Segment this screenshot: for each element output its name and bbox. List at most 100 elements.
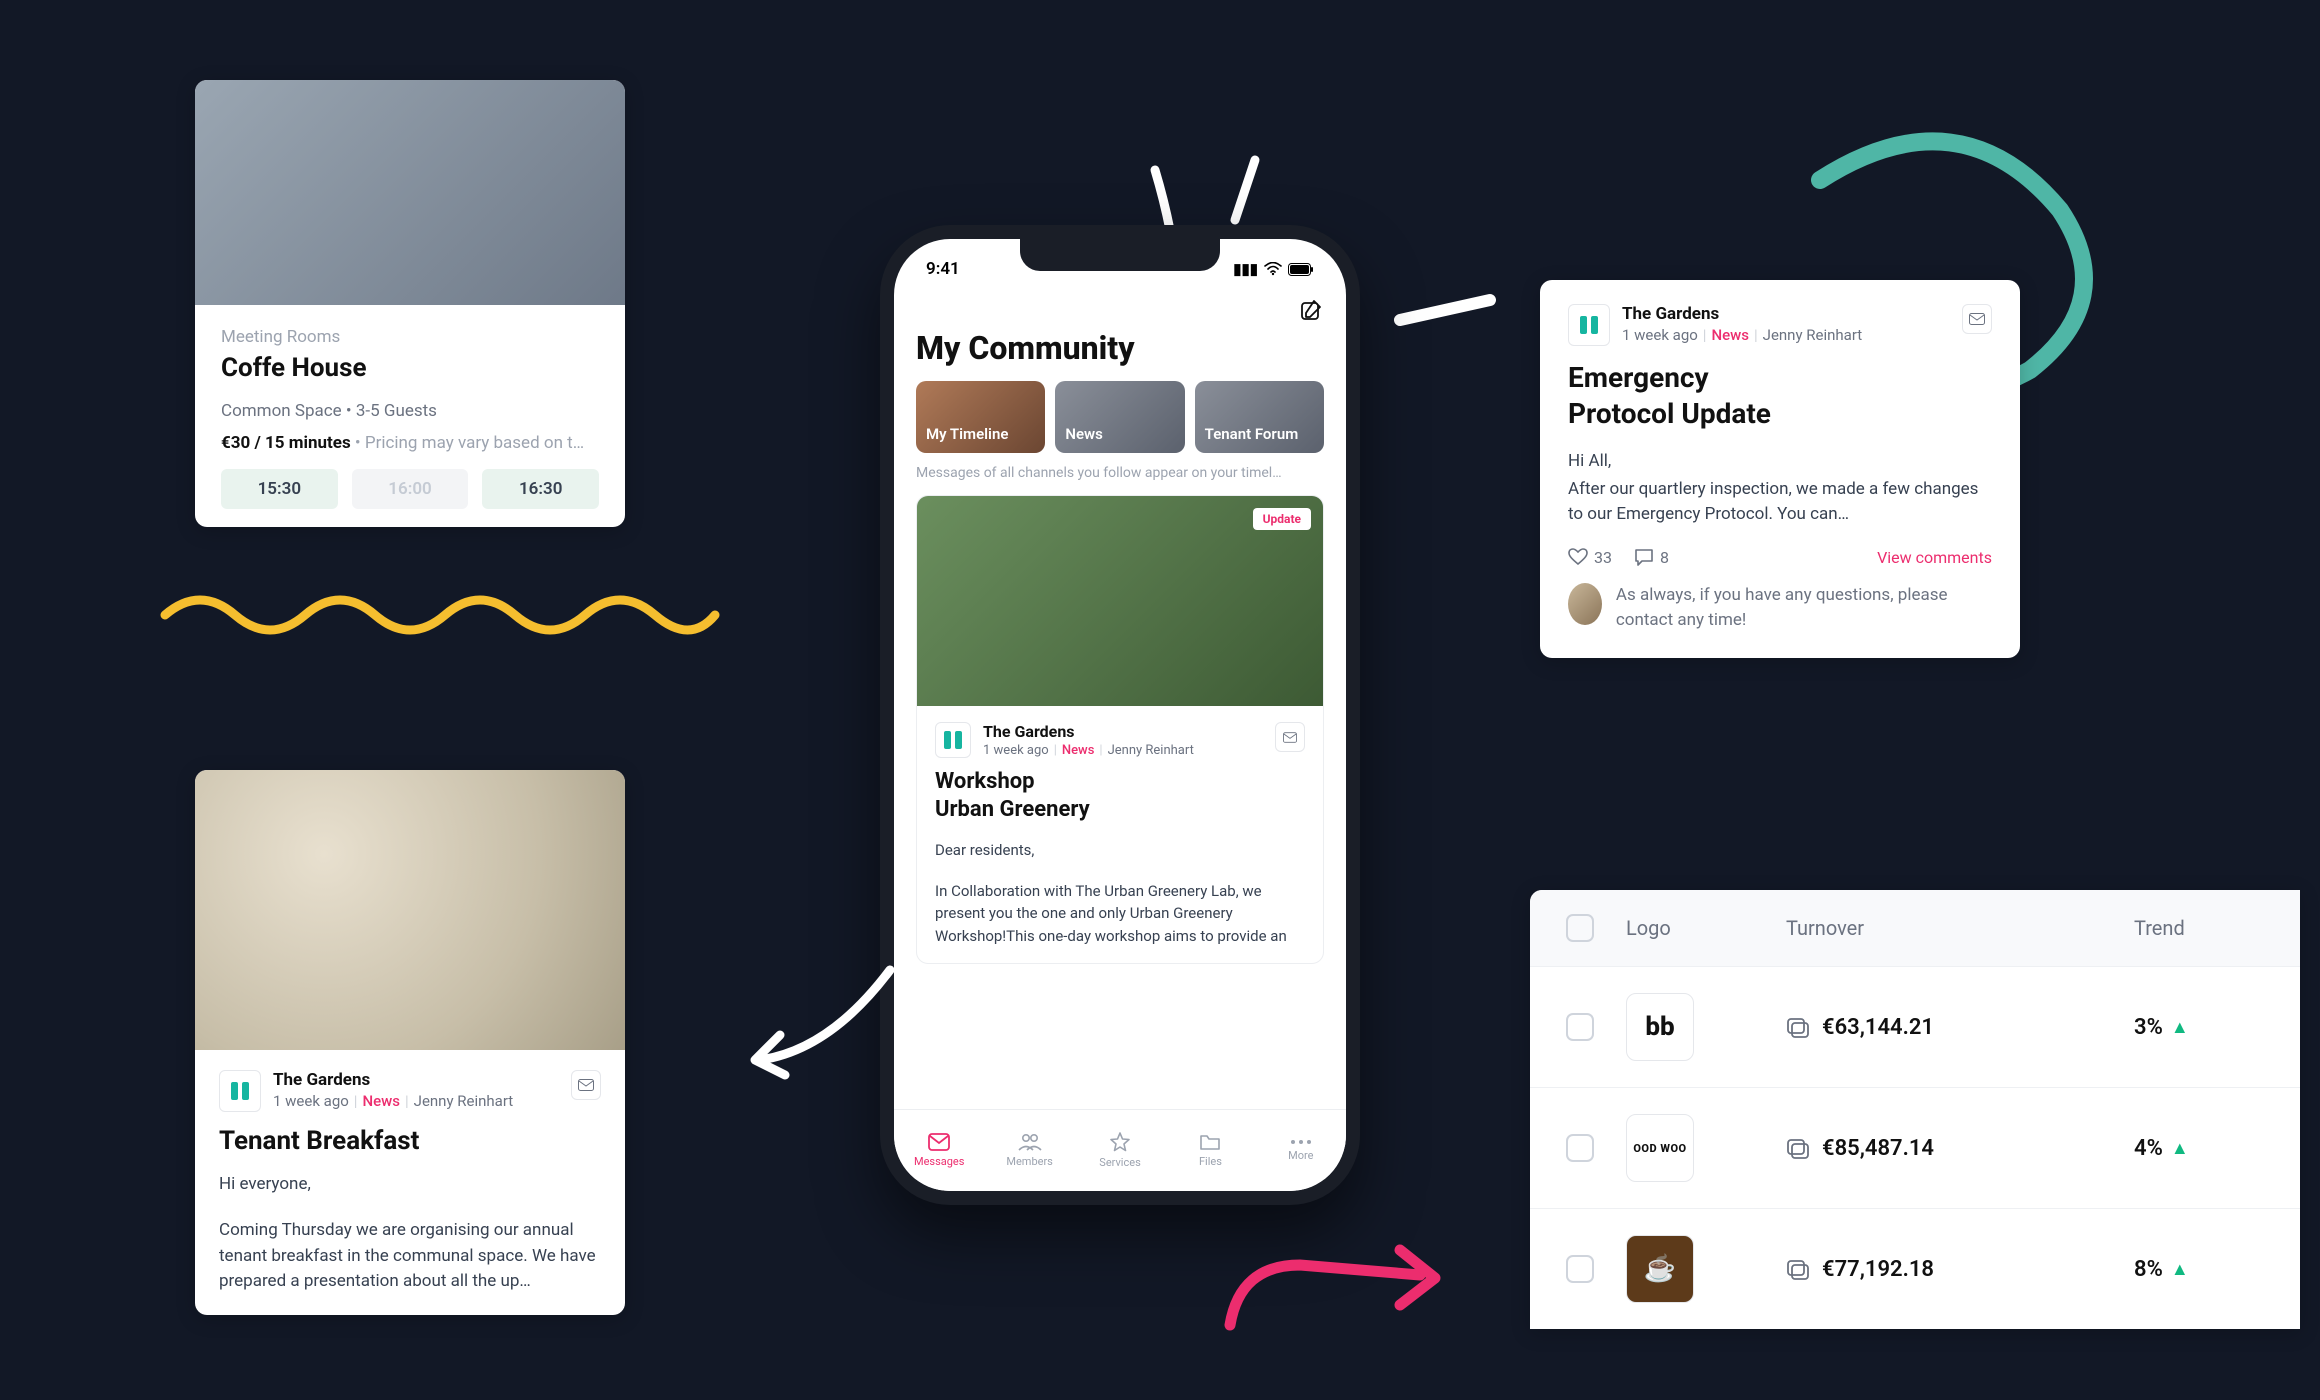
- signal-icon: ▮▮▮: [1233, 260, 1258, 278]
- time-slot-unavailable: 16:00: [352, 469, 469, 509]
- phone-subtitle: Messages of all channels you follow appe…: [916, 465, 1324, 481]
- tab-my-timeline[interactable]: My Timeline: [916, 381, 1045, 453]
- room-meta: Common Space • 3-5 Guests: [221, 401, 599, 421]
- bottom-nav: Messages Members Services Files More: [894, 1109, 1346, 1191]
- post-source: The Gardens: [983, 722, 1194, 741]
- phone-page-title: My Community: [916, 329, 1324, 367]
- comment-icon: [1634, 548, 1654, 566]
- status-time: 9:41: [926, 259, 960, 279]
- services-icon: [1110, 1132, 1130, 1152]
- yellow-squiggle-doodle: [160, 580, 720, 640]
- trend-cell: 8% ▲: [2134, 1257, 2264, 1282]
- turnover-cell: €85,487.14: [1786, 1136, 2134, 1161]
- room-photo: [195, 80, 625, 305]
- mail-button[interactable]: [1962, 304, 1992, 334]
- trend-cell: 4% ▲: [2134, 1136, 2264, 1161]
- phone-mockup: 9:41 ▮▮▮ My Community My Timeline News: [880, 225, 1360, 1205]
- table-header: Logo Turnover Trend: [1530, 890, 2300, 966]
- messages-icon: [928, 1133, 950, 1151]
- comment-text: As always, if you have any questions, pl…: [1616, 583, 1992, 634]
- members-icon: [1018, 1133, 1042, 1151]
- row-checkbox[interactable]: [1566, 1134, 1594, 1162]
- source-logo: [935, 722, 971, 758]
- channel-tabs: My Timeline News Tenant Forum: [916, 381, 1324, 453]
- like-button[interactable]: 33: [1568, 548, 1612, 567]
- tab-news[interactable]: News: [1055, 381, 1184, 453]
- post-body: After our quartlery inspection, we made …: [1568, 477, 1992, 528]
- post-greeting: Hi everyone,: [219, 1174, 601, 1194]
- money-icon: [1786, 1257, 1810, 1281]
- select-all-checkbox[interactable]: [1566, 914, 1594, 942]
- trend-up-icon: ▲: [2171, 1138, 2189, 1159]
- phone-post-body: In Collaboration with The Urban Greenery…: [935, 880, 1305, 948]
- post-source: The Gardens: [1622, 304, 1862, 324]
- company-logo: ☕: [1626, 1235, 1694, 1303]
- room-price: €30 / 15 minutes: [221, 433, 351, 453]
- row-checkbox[interactable]: [1566, 1255, 1594, 1283]
- header-turnover: Turnover: [1786, 916, 2134, 940]
- phone-post-card[interactable]: Update The Gardens 1 week ago|News|Jenny…: [916, 495, 1324, 964]
- money-icon: [1786, 1015, 1810, 1039]
- table-row: bb €63,144.21 3% ▲: [1530, 966, 2300, 1087]
- room-category: Meeting Rooms: [221, 327, 599, 347]
- room-booking-card: Meeting Rooms Coffe House Common Space •…: [195, 80, 625, 527]
- post-greeting: Hi All,: [1568, 451, 1992, 471]
- nav-services[interactable]: Services: [1075, 1110, 1165, 1191]
- pink-arrow-doodle: [1210, 1230, 1470, 1350]
- commenter-avatar: [1568, 583, 1602, 625]
- time-slot[interactable]: 16:30: [482, 469, 599, 509]
- nav-messages[interactable]: Messages: [894, 1110, 984, 1191]
- header-trend: Trend: [2134, 916, 2264, 940]
- source-logo: [219, 1070, 261, 1112]
- post-body: Coming Thursday we are organising our an…: [219, 1218, 601, 1295]
- nav-members[interactable]: Members: [984, 1110, 1074, 1191]
- post-meta: 1 week ago|News|Jenny Reinhart: [1622, 326, 1862, 344]
- tab-tenant-forum[interactable]: Tenant Forum: [1195, 381, 1324, 453]
- post-meta: 1 week ago|News|Jenny Reinhart: [273, 1092, 513, 1110]
- room-price-line: €30 / 15 minutes • Pricing may vary base…: [221, 433, 599, 453]
- post-title: Emergency Protocol Update: [1568, 360, 1992, 433]
- nav-files[interactable]: Files: [1165, 1110, 1255, 1191]
- emergency-post: The Gardens 1 week ago|News|Jenny Reinha…: [1540, 280, 2020, 658]
- trend-up-icon: ▲: [2171, 1017, 2189, 1038]
- post-source: The Gardens: [273, 1070, 513, 1090]
- company-logo: OOD WOO: [1626, 1114, 1694, 1182]
- post-title: Tenant Breakfast: [219, 1126, 601, 1156]
- time-slots: 15:30 16:00 16:30: [221, 469, 599, 509]
- food-photo: [195, 770, 625, 1050]
- tenant-breakfast-post: The Gardens 1 week ago|News|Jenny Reinha…: [195, 770, 625, 1315]
- dash-doodle: [1390, 280, 1510, 340]
- nav-more[interactable]: More: [1256, 1110, 1346, 1191]
- trend-cell: 3% ▲: [2134, 1015, 2264, 1040]
- time-slot[interactable]: 15:30: [221, 469, 338, 509]
- turnover-cell: €63,144.21: [1786, 1015, 2134, 1040]
- post-meta: 1 week ago|News|Jenny Reinhart: [983, 743, 1194, 758]
- battery-icon: [1288, 263, 1314, 276]
- heart-icon: [1568, 548, 1588, 566]
- room-title: Coffe House: [221, 353, 599, 383]
- trend-up-icon: ▲: [2171, 1259, 2189, 1280]
- row-checkbox[interactable]: [1566, 1013, 1594, 1041]
- turnover-cell: €77,192.18: [1786, 1257, 2134, 1282]
- files-icon: [1199, 1133, 1221, 1151]
- phone-post-greeting: Dear residents,: [935, 839, 1305, 862]
- post-engagement: 33 8 View comments: [1568, 548, 1992, 567]
- wifi-icon: [1264, 262, 1282, 276]
- comment-preview: As always, if you have any questions, pl…: [1568, 583, 1992, 634]
- comments-button[interactable]: 8: [1634, 548, 1669, 567]
- room-price-note: • Pricing may vary based on t…: [351, 433, 584, 453]
- mail-button[interactable]: [571, 1070, 601, 1100]
- phone-post-title: Workshop Urban Greenery: [935, 768, 1305, 823]
- phone-post-image: Update: [917, 496, 1323, 706]
- update-badge: Update: [1253, 508, 1311, 530]
- table-row: OOD WOO €85,487.14 4% ▲: [1530, 1087, 2300, 1208]
- company-logo: bb: [1626, 993, 1694, 1061]
- source-logo: [1568, 304, 1610, 346]
- more-icon: [1290, 1139, 1312, 1145]
- view-comments-link[interactable]: View comments: [1877, 548, 1992, 567]
- phone-notch: [1020, 239, 1220, 271]
- money-icon: [1786, 1136, 1810, 1160]
- turnover-table: Logo Turnover Trend bb €63,144.21 3% ▲ O…: [1530, 890, 2300, 1329]
- compose-icon[interactable]: [1298, 297, 1324, 323]
- mail-button[interactable]: [1275, 722, 1305, 752]
